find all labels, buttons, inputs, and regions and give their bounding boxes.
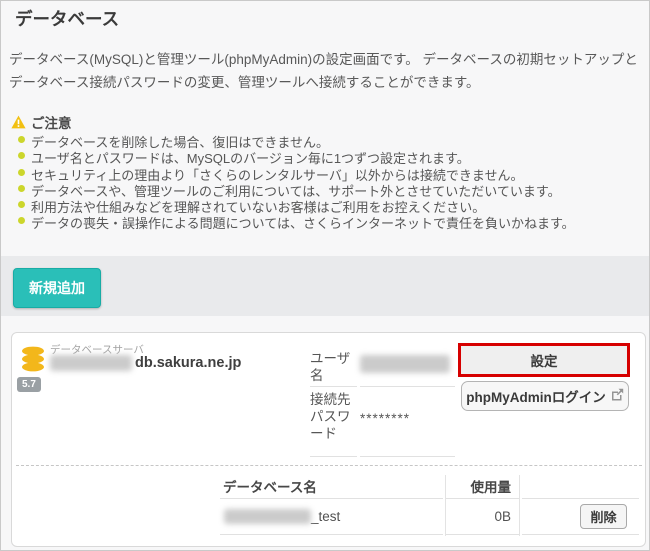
bullet-icon xyxy=(18,201,25,208)
user-name-label: ユーザ名 xyxy=(310,347,357,387)
column-header-actions xyxy=(522,474,639,499)
bullet-icon xyxy=(18,185,25,192)
notice-item: データの喪失・誤操作による問題については、さくらインターネットで責任を負いかねま… xyxy=(18,213,648,229)
notice-heading: ご注意 xyxy=(11,112,72,132)
page-description: データベース(MySQL)と管理ツール(phpMyAdmin)の設定画面です。 … xyxy=(9,48,647,94)
redacted-server-prefix xyxy=(50,355,132,371)
usage-cell: 0B xyxy=(446,499,519,535)
actions-cell: 削除 xyxy=(522,499,639,535)
bullet-icon xyxy=(18,169,25,176)
add-database-button[interactable]: 新規追加 xyxy=(13,268,101,308)
notice-list: データベースを削除した場合、復旧はできません。 ユーザ名とパスワードは、MySQ… xyxy=(18,132,648,230)
database-name-cell: _test xyxy=(220,499,443,535)
password-value: ******** xyxy=(360,387,455,457)
table-column-divider xyxy=(445,475,446,536)
settings-button[interactable]: 設定 xyxy=(461,346,627,374)
notice-item: ユーザ名とパスワードは、MySQLのバージョン毎に1つずつ設定されます。 xyxy=(18,148,648,164)
database-name-suffix: _test xyxy=(311,509,340,524)
external-link-icon xyxy=(611,388,624,404)
bullet-icon xyxy=(18,152,25,159)
redacted-user-name xyxy=(360,355,450,373)
card-divider xyxy=(16,465,642,466)
password-label: 接続先パスワード xyxy=(310,387,357,457)
redacted-database-name xyxy=(224,509,311,524)
column-header-usage: 使用量 xyxy=(446,474,519,499)
mysql-version-badge: 5.7 xyxy=(17,377,41,392)
database-settings-page: データベース データベース(MySQL)と管理ツール(phpMyAdmin)の設… xyxy=(0,0,650,551)
bullet-icon xyxy=(18,136,25,143)
bullet-icon xyxy=(18,217,25,224)
server-host-row: db.sakura.ne.jp xyxy=(50,355,241,371)
table-column-divider xyxy=(519,475,520,536)
server-host: db.sakura.ne.jp xyxy=(135,355,241,371)
database-icon xyxy=(20,346,48,378)
notice-item: データベースを削除した場合、復旧はできません。 xyxy=(18,132,648,148)
phpmyadmin-login-button[interactable]: phpMyAdminログイン xyxy=(461,381,629,411)
notice-item: セキュリティ上の理由より「さくらのレンタルサーバ」以外からは接続できません。 xyxy=(18,165,648,181)
database-server-card: データベースサーバ db.sakura.ne.jp 5.7 ユーザ名 接続先パス… xyxy=(11,332,646,547)
annotation-highlight-box: 設定 xyxy=(458,343,630,377)
column-header-name: データベース名 xyxy=(220,474,443,499)
page-title: データベース xyxy=(15,6,119,31)
phpmyadmin-login-label: phpMyAdminログイン xyxy=(466,386,606,406)
notice-item: データベースや、管理ツールのご利用については、サポート外とさせていただいています… xyxy=(18,181,648,197)
user-name-value xyxy=(360,347,455,387)
warning-icon xyxy=(11,115,26,129)
database-table: データベース名 使用量 _test 0B 削除 xyxy=(220,474,639,535)
notice-heading-label: ご注意 xyxy=(31,112,72,132)
delete-button[interactable]: 削除 xyxy=(580,504,627,529)
